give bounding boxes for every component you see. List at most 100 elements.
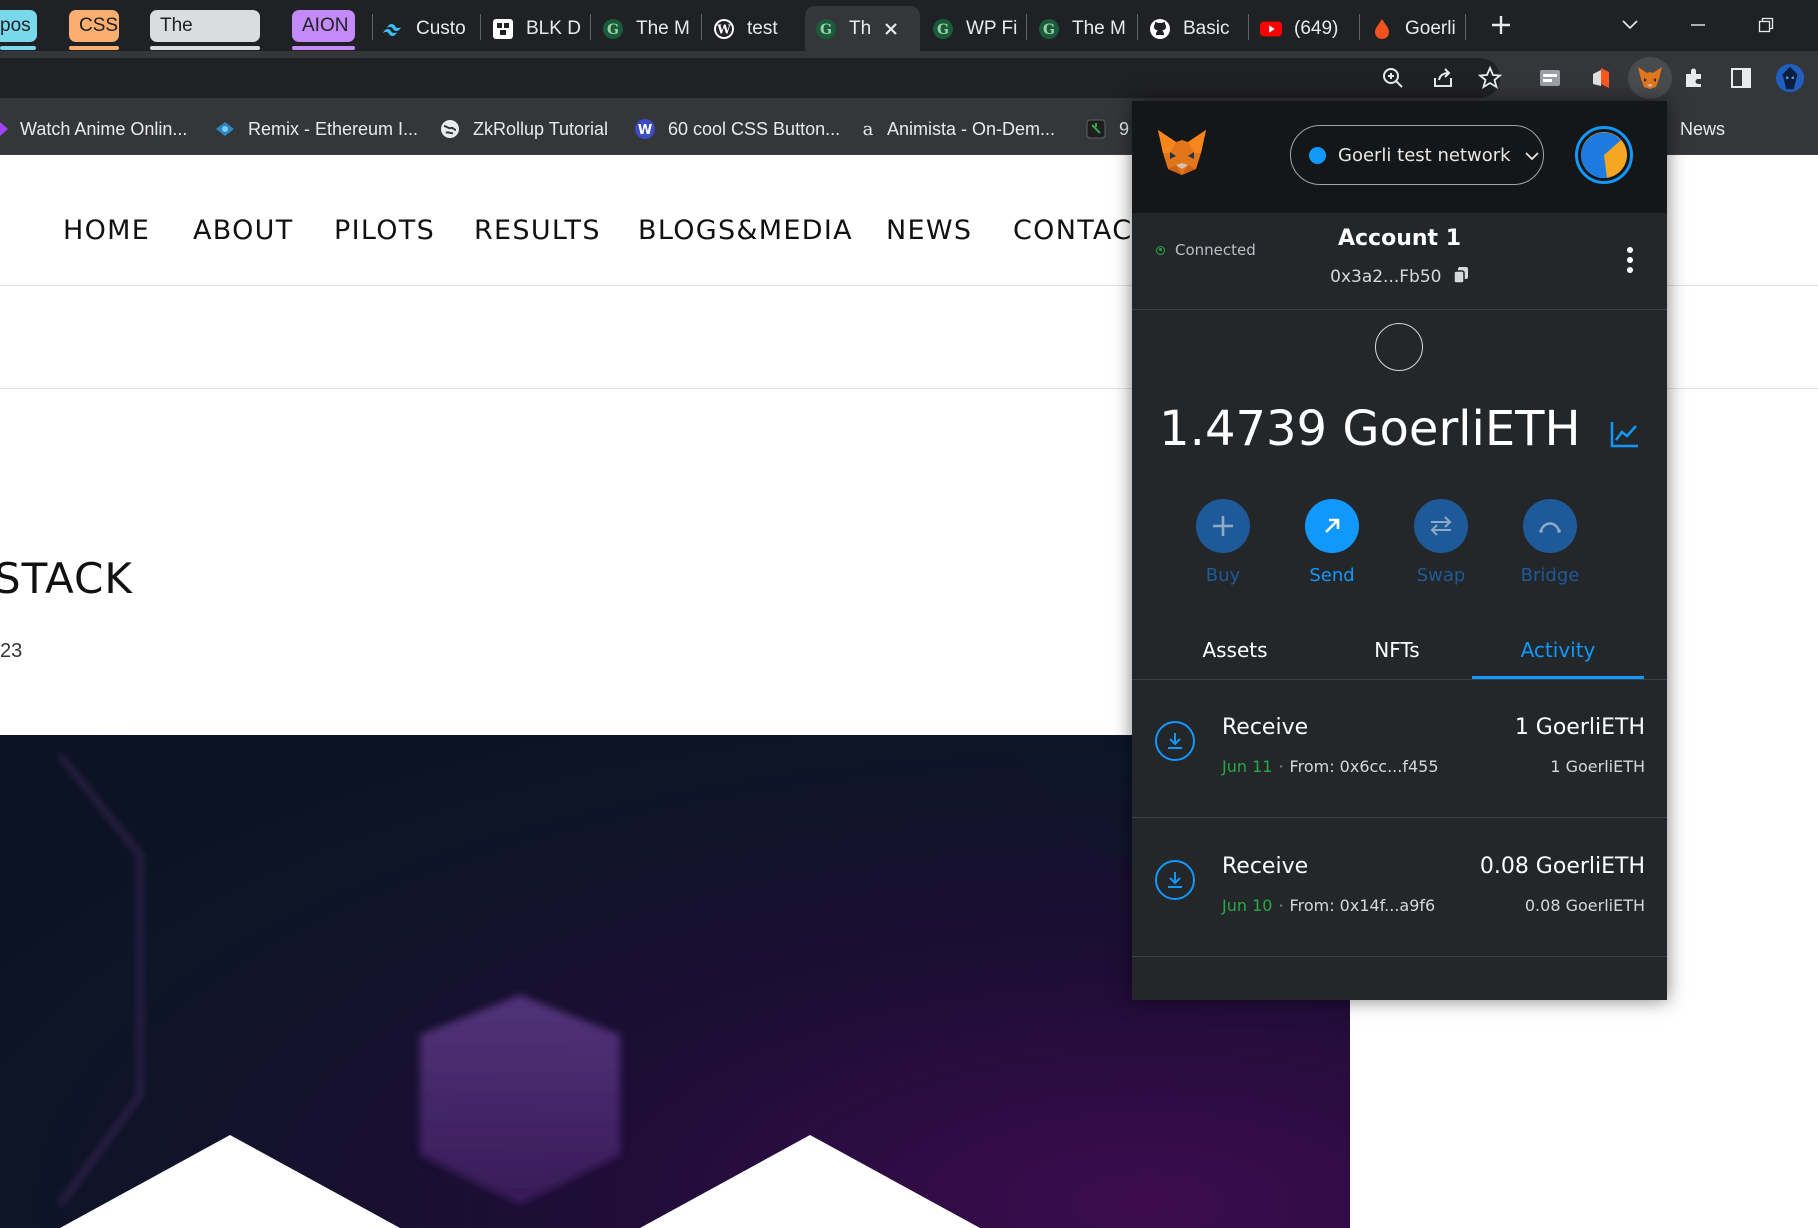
transaction-kind: Receive bbox=[1222, 715, 1309, 740]
bookmark-label: 9 bbox=[1119, 118, 1130, 139]
bookmark-label: 60 cool CSS Button... bbox=[668, 118, 841, 139]
tab-separator bbox=[701, 14, 702, 40]
tab-group-pos-underline bbox=[0, 46, 36, 50]
transaction-secondary-amount: 0.08 GoerliETH bbox=[1524, 896, 1645, 915]
zoom-icon[interactable] bbox=[1378, 63, 1408, 93]
nav-pilots[interactable]: PILOTS bbox=[334, 215, 435, 246]
token-identicon bbox=[1375, 323, 1423, 371]
tab-separator bbox=[480, 14, 481, 40]
transaction-meta: Jun 11 · From: 0x6cc...f455 bbox=[1222, 757, 1439, 776]
tab-wp-fi[interactable]: G WP Fi bbox=[922, 6, 1022, 51]
copy-icon[interactable] bbox=[1453, 266, 1469, 289]
meta-separator: · bbox=[1278, 757, 1284, 776]
animista-a-icon: a bbox=[861, 118, 875, 140]
profile-avatar[interactable] bbox=[1775, 63, 1805, 93]
buy-button[interactable]: Buy bbox=[1183, 499, 1263, 586]
nav-results[interactable]: RESULTS bbox=[474, 215, 601, 246]
tab-group-the-others[interactable]: The Others bbox=[150, 10, 260, 51]
svg-text:a: a bbox=[863, 119, 874, 139]
bookmark-remix[interactable]: Remix - Ethereum I... bbox=[214, 104, 418, 154]
tab-separator bbox=[1248, 14, 1249, 40]
address-bar[interactable] bbox=[0, 58, 1500, 98]
swap-button[interactable]: Swap bbox=[1401, 499, 1481, 586]
tab-group-aion-underline bbox=[292, 46, 355, 50]
tab-group-css[interactable]: CSS bbox=[69, 10, 119, 42]
send-label: Send bbox=[1309, 565, 1355, 586]
nav-blogs-media[interactable]: BLOGS&MEDIA bbox=[638, 215, 853, 246]
transaction-amount: 0.08 GoerliETH bbox=[1479, 854, 1645, 879]
extension-cast-icon[interactable] bbox=[1535, 63, 1565, 93]
close-tab-icon[interactable] bbox=[883, 21, 899, 37]
g-logo-icon: G bbox=[1038, 18, 1060, 40]
new-tab-button[interactable] bbox=[1481, 8, 1521, 42]
svg-text:G: G bbox=[607, 22, 619, 38]
bookmark-label: News bbox=[1680, 118, 1726, 139]
nav-news[interactable]: NEWS bbox=[886, 215, 972, 246]
transaction-row[interactable]: Receive Jun 11 · From: 0x6cc...f455 1 Goer… bbox=[1132, 679, 1667, 818]
nav-about[interactable]: ABOUT bbox=[193, 215, 294, 246]
chevron-down-icon bbox=[1622, 20, 1638, 30]
tab-the-m-2[interactable]: G The M bbox=[1028, 6, 1133, 51]
bookmark-zkrollup[interactable]: ZkRollup Tutorial bbox=[439, 104, 608, 154]
send-button[interactable]: Send bbox=[1292, 499, 1372, 586]
transaction-date: Jun 10 bbox=[1222, 896, 1273, 915]
transaction-row[interactable]: Receive Jun 10 · From: 0x14f...a9f6 0.08 G… bbox=[1132, 818, 1667, 957]
blk-icon bbox=[492, 18, 514, 40]
nav-home[interactable]: HOME bbox=[63, 215, 150, 246]
receive-download-icon bbox=[1155, 860, 1195, 900]
bookmark-nine[interactable]: 9 bbox=[1085, 104, 1129, 154]
bookmark-watch-anime[interactable]: Watch Anime Onlin... bbox=[0, 104, 187, 154]
tab-the-m[interactable]: G The M bbox=[592, 6, 697, 51]
tab-search-button[interactable] bbox=[1610, 8, 1650, 42]
tab-youtube[interactable]: (649) bbox=[1250, 6, 1355, 51]
browser-toolbar bbox=[0, 51, 1818, 104]
svg-text:G: G bbox=[937, 22, 949, 38]
svg-text:G: G bbox=[820, 22, 832, 38]
restore-button[interactable] bbox=[1746, 8, 1786, 42]
network-selector[interactable]: Goerli test network bbox=[1290, 125, 1544, 185]
portfolio-chart-icon[interactable] bbox=[1610, 404, 1640, 460]
transaction-amount: 1 GoerliETH bbox=[1514, 715, 1645, 740]
bookmark-css-buttons[interactable]: W 60 cool CSS Button... bbox=[634, 104, 840, 154]
tab-group-pos[interactable]: pos bbox=[0, 10, 37, 42]
side-panel-icon[interactable] bbox=[1726, 63, 1756, 93]
bookmark-news[interactable]: News bbox=[1680, 104, 1725, 154]
account-options-kebab-icon[interactable] bbox=[1626, 245, 1634, 275]
minimize-button[interactable] bbox=[1678, 8, 1718, 42]
tab-activity[interactable]: Activity bbox=[1472, 621, 1644, 679]
tab-basic[interactable]: Basic bbox=[1139, 6, 1244, 51]
arrow-up-right-icon bbox=[1305, 499, 1359, 553]
nav-contact[interactable]: CONTACT bbox=[1013, 215, 1150, 246]
tab-goerli[interactable]: Goerli bbox=[1361, 6, 1461, 51]
swap-label: Swap bbox=[1416, 565, 1466, 586]
transaction-from: From: 0x6cc...f455 bbox=[1289, 757, 1439, 776]
tab-th-active[interactable]: G Th bbox=[805, 6, 920, 51]
tab-title: WP Fi bbox=[966, 17, 1018, 39]
tab-title: Custo bbox=[416, 17, 466, 39]
wordpress-icon: W bbox=[713, 18, 735, 40]
bookmark-animista[interactable]: a Animista - On-Dem... bbox=[861, 104, 1055, 154]
transaction-secondary-amount: 1 GoerliETH bbox=[1550, 757, 1645, 776]
chevron-down-icon bbox=[1524, 145, 1539, 166]
extension-flag-icon[interactable] bbox=[1585, 63, 1615, 93]
tab-group-the-others-underline bbox=[150, 46, 260, 50]
bookmark-star-icon[interactable] bbox=[1475, 63, 1505, 93]
buy-label: Buy bbox=[1205, 565, 1241, 586]
metamask-extension-button[interactable] bbox=[1628, 57, 1672, 99]
account-address[interactable]: 0x3a2...Fb50 bbox=[1132, 266, 1667, 289]
bridge-button[interactable]: Bridge bbox=[1510, 499, 1590, 586]
tab-group-aion[interactable]: AION bbox=[292, 10, 355, 42]
extensions-puzzle-icon[interactable] bbox=[1679, 63, 1709, 93]
transaction-row-partial[interactable] bbox=[1132, 957, 1667, 1000]
metamask-logo[interactable] bbox=[1154, 127, 1210, 179]
tab-test[interactable]: W test bbox=[703, 6, 803, 51]
tab-blk[interactable]: BLK D bbox=[482, 6, 582, 51]
tab-assets[interactable]: Assets bbox=[1132, 621, 1338, 679]
transaction-kind: Receive bbox=[1222, 854, 1309, 879]
tab-nfts[interactable]: NFTs bbox=[1338, 621, 1456, 679]
tab-custo[interactable]: Custo bbox=[372, 6, 472, 51]
share-icon[interactable] bbox=[1428, 63, 1458, 93]
tab-title: test bbox=[747, 17, 778, 39]
tab-separator bbox=[1465, 14, 1466, 40]
account-avatar-button[interactable] bbox=[1575, 126, 1633, 184]
